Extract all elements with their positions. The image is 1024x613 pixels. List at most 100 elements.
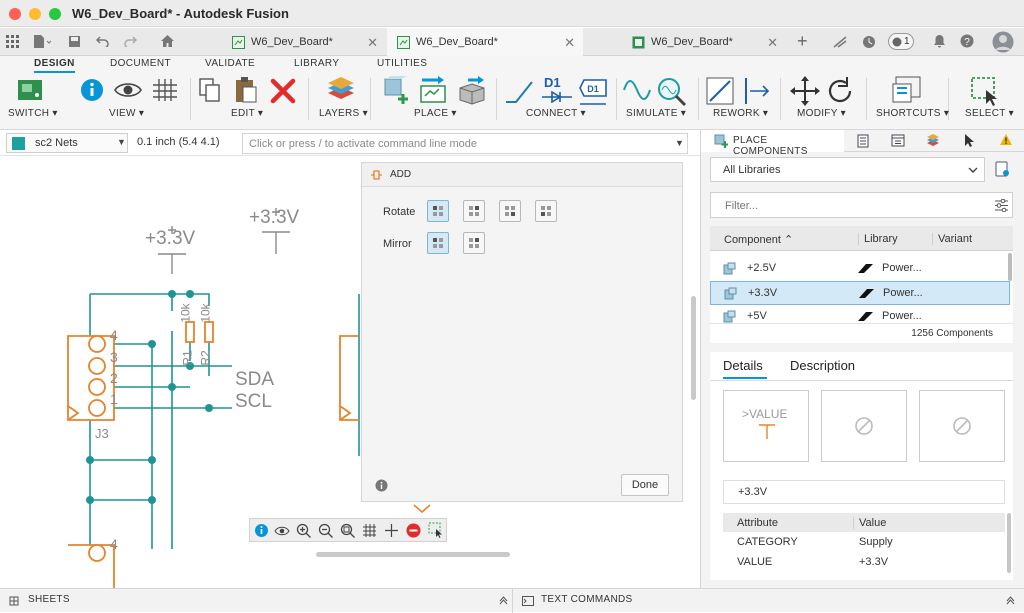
symbol-preview[interactable]: >VALUE (723, 390, 809, 462)
clock-icon[interactable] (862, 35, 876, 49)
cursor-icon[interactable] (964, 133, 976, 148)
group-view-label[interactable]: VIEW ▾ (109, 108, 144, 119)
shortcuts-icon[interactable] (892, 76, 922, 104)
zoom-fit-icon[interactable] (340, 523, 356, 539)
group-place-label[interactable]: PLACE ▾ (414, 108, 457, 119)
place-3d-package-icon[interactable] (456, 76, 488, 106)
notifications-badge[interactable]: 1 (888, 33, 914, 50)
tab-description[interactable]: Description (790, 358, 855, 373)
tab-place-components[interactable]: PLACE COMPONENTS (701, 130, 844, 157)
list-scrollbar[interactable] (1008, 253, 1012, 281)
attribute-scrollbar[interactable] (1007, 513, 1011, 573)
net-label-icon[interactable]: D1 (578, 76, 610, 106)
group-modify-label[interactable]: MODIFY ▾ (797, 108, 846, 119)
info-icon[interactable] (80, 78, 104, 102)
text-commands-label[interactable]: TEXT COMMANDS (541, 594, 633, 605)
undo-icon[interactable] (96, 36, 109, 47)
bell-icon[interactable] (933, 34, 946, 49)
command-line-input[interactable]: Click or press / to activate command lin… (242, 133, 688, 154)
delete-x-icon[interactable] (270, 78, 296, 104)
grid-icon[interactable] (152, 78, 178, 102)
minimize-window-button[interactable] (29, 8, 41, 20)
group-edit-label[interactable]: EDIT ▾ (231, 108, 263, 119)
group-simulate-label[interactable]: SIMULATE ▾ (626, 108, 686, 119)
layers-icon[interactable] (926, 133, 940, 147)
rotate-icon[interactable] (826, 76, 856, 106)
column-component[interactable]: Component ⌃ (724, 233, 793, 246)
rotate-180-button[interactable] (499, 200, 521, 222)
net-wire-icon[interactable] (504, 78, 536, 104)
tab-library[interactable]: LIBRARY (294, 58, 339, 69)
doc-tab-2[interactable]: W6_Dev_Board* ✕ (387, 28, 583, 56)
rework-icon[interactable] (706, 77, 736, 105)
column-variant[interactable]: Variant (932, 233, 972, 245)
filter-input[interactable]: Filter... (710, 192, 1013, 218)
properties-icon[interactable] (891, 134, 905, 147)
expand-icon[interactable] (1006, 595, 1015, 606)
close-tab-icon[interactable]: ✕ (767, 35, 778, 51)
group-connect-label[interactable]: CONNECT ▾ (526, 108, 586, 119)
group-layers-label[interactable]: LAYERS ▾ (319, 108, 368, 119)
place-component-icon[interactable] (382, 76, 412, 106)
close-window-button[interactable] (9, 8, 21, 20)
simulate-wave-icon[interactable] (622, 78, 652, 102)
help-icon[interactable]: ? (960, 34, 974, 48)
layers-icon[interactable] (326, 76, 356, 104)
tab-document[interactable]: DOCUMENT (110, 58, 171, 69)
eye-icon[interactable] (274, 525, 290, 537)
group-switch-label[interactable]: SWITCH ▾ (8, 108, 58, 119)
rotate-0-button[interactable] (427, 200, 449, 222)
expand-icon[interactable] (499, 595, 508, 606)
vertical-scrollbar[interactable] (691, 296, 696, 400)
info-icon[interactable] (375, 479, 388, 492)
move-icon[interactable] (790, 76, 820, 106)
zoom-out-icon[interactable] (318, 523, 334, 539)
switch-to-pcb-icon[interactable] (16, 78, 44, 102)
column-library[interactable]: Library (858, 233, 898, 245)
tab-details[interactable]: Details (723, 358, 767, 379)
app-grid-icon[interactable] (6, 35, 19, 48)
document-list-icon[interactable] (857, 134, 869, 148)
place-from-library-icon[interactable] (418, 76, 450, 106)
library-select[interactable]: All Libraries (710, 157, 985, 182)
paste-icon[interactable] (234, 76, 258, 104)
list-item[interactable]: +2.5V Power... (710, 257, 1010, 281)
sheets-label[interactable]: SHEETS (28, 594, 70, 605)
select-window-icon[interactable] (970, 76, 1000, 106)
close-tab-icon[interactable]: ✕ (367, 35, 378, 51)
close-tab-icon[interactable]: ✕ (564, 35, 575, 51)
show-eye-icon[interactable] (114, 80, 142, 100)
horizontal-scrollbar[interactable] (316, 552, 510, 557)
rotate-270-button[interactable] (535, 200, 557, 222)
filter-settings-icon[interactable] (994, 199, 1009, 212)
rework-arrow-icon[interactable] (742, 77, 772, 105)
3d-preview[interactable] (919, 390, 1005, 462)
doc-tab-1[interactable]: W6_Dev_Board* ✕ (222, 28, 386, 56)
job-status-icon[interactable] (833, 36, 847, 48)
mirror-off-button[interactable] (427, 232, 449, 254)
probe-magnifier-icon[interactable] (656, 76, 688, 106)
group-shortcuts-label[interactable]: SHORTCUTS ▾ (876, 108, 949, 119)
tab-design[interactable]: DESIGN (34, 58, 75, 73)
warning-icon[interactable] (999, 133, 1013, 146)
library-manager-icon[interactable] (995, 161, 1010, 178)
list-item[interactable]: +5V Power... (710, 305, 1010, 323)
doc-tab-3[interactable]: W6_Dev_Board* ✕ (622, 28, 786, 56)
save-icon[interactable] (68, 35, 81, 48)
zoom-window-button[interactable] (49, 8, 61, 20)
select-window-icon[interactable] (428, 522, 444, 538)
zoom-in-icon[interactable] (296, 523, 312, 539)
rotate-90-button[interactable] (463, 200, 485, 222)
footprint-preview[interactable] (821, 390, 907, 462)
list-item-selected[interactable]: +3.3V Power... (710, 281, 1010, 305)
done-button[interactable]: Done (621, 474, 669, 496)
group-select-label[interactable]: SELECT ▾ (965, 108, 1014, 119)
info-icon[interactable] (254, 523, 269, 538)
home-icon[interactable] (160, 34, 175, 48)
tab-validate[interactable]: VALIDATE (205, 58, 255, 69)
crosshair-icon[interactable] (384, 523, 399, 538)
file-menu-icon[interactable] (32, 34, 52, 49)
redo-icon[interactable] (124, 36, 137, 47)
new-tab-icon[interactable]: + (797, 31, 808, 52)
diode-name-tool[interactable]: D1 (542, 75, 572, 105)
